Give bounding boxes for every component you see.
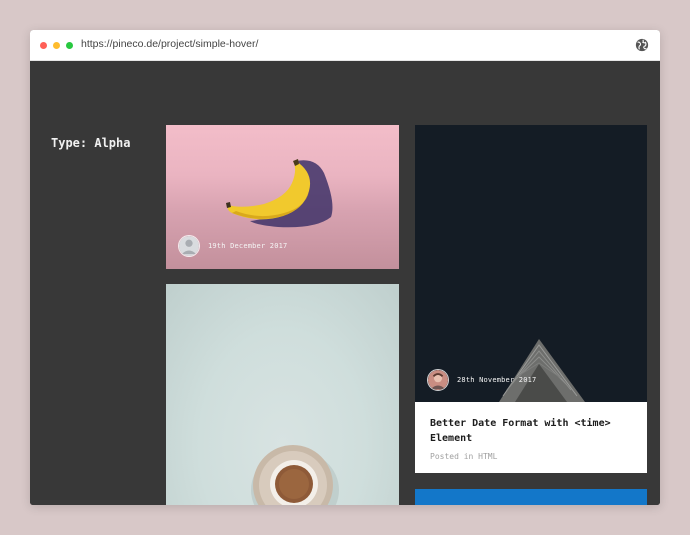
browser-window: https://pineco.de/project/simple-hover/ … [30,30,660,505]
close-window-button[interactable] [40,42,47,49]
browser-titlebar: https://pineco.de/project/simple-hover/ [30,30,660,61]
minimize-window-button[interactable] [53,42,60,49]
post-card-coffee[interactable] [166,284,399,505]
post-meta: 28th November 2017 [427,369,536,391]
post-card-blue[interactable] [415,489,647,505]
maximize-window-button[interactable] [66,42,73,49]
post-category: Posted in HTML [430,452,498,461]
post-date: 28th November 2017 [457,376,537,384]
author-avatar [178,235,200,257]
building-image [415,125,647,402]
post-title[interactable]: Better Date Format with <time> Element [430,416,632,446]
post-card-time-element[interactable]: 28th November 2017 Better Date Format wi… [415,125,647,473]
address-bar[interactable]: https://pineco.de/project/simple-hover/ [81,38,258,50]
page-content: Type: Alpha 19th December 2017 28th Nove… [30,61,660,505]
coffee-cup-image [251,445,339,505]
post-card-banana[interactable]: 19th December 2017 [166,125,399,269]
post-meta: 19th December 2017 [178,235,287,257]
globe-icon[interactable] [635,38,649,52]
post-date: 19th December 2017 [208,242,288,250]
author-avatar [427,369,449,391]
post-card-body: Better Date Format with <time> Element P… [415,402,647,473]
page-title: Type: Alpha [51,136,131,150]
